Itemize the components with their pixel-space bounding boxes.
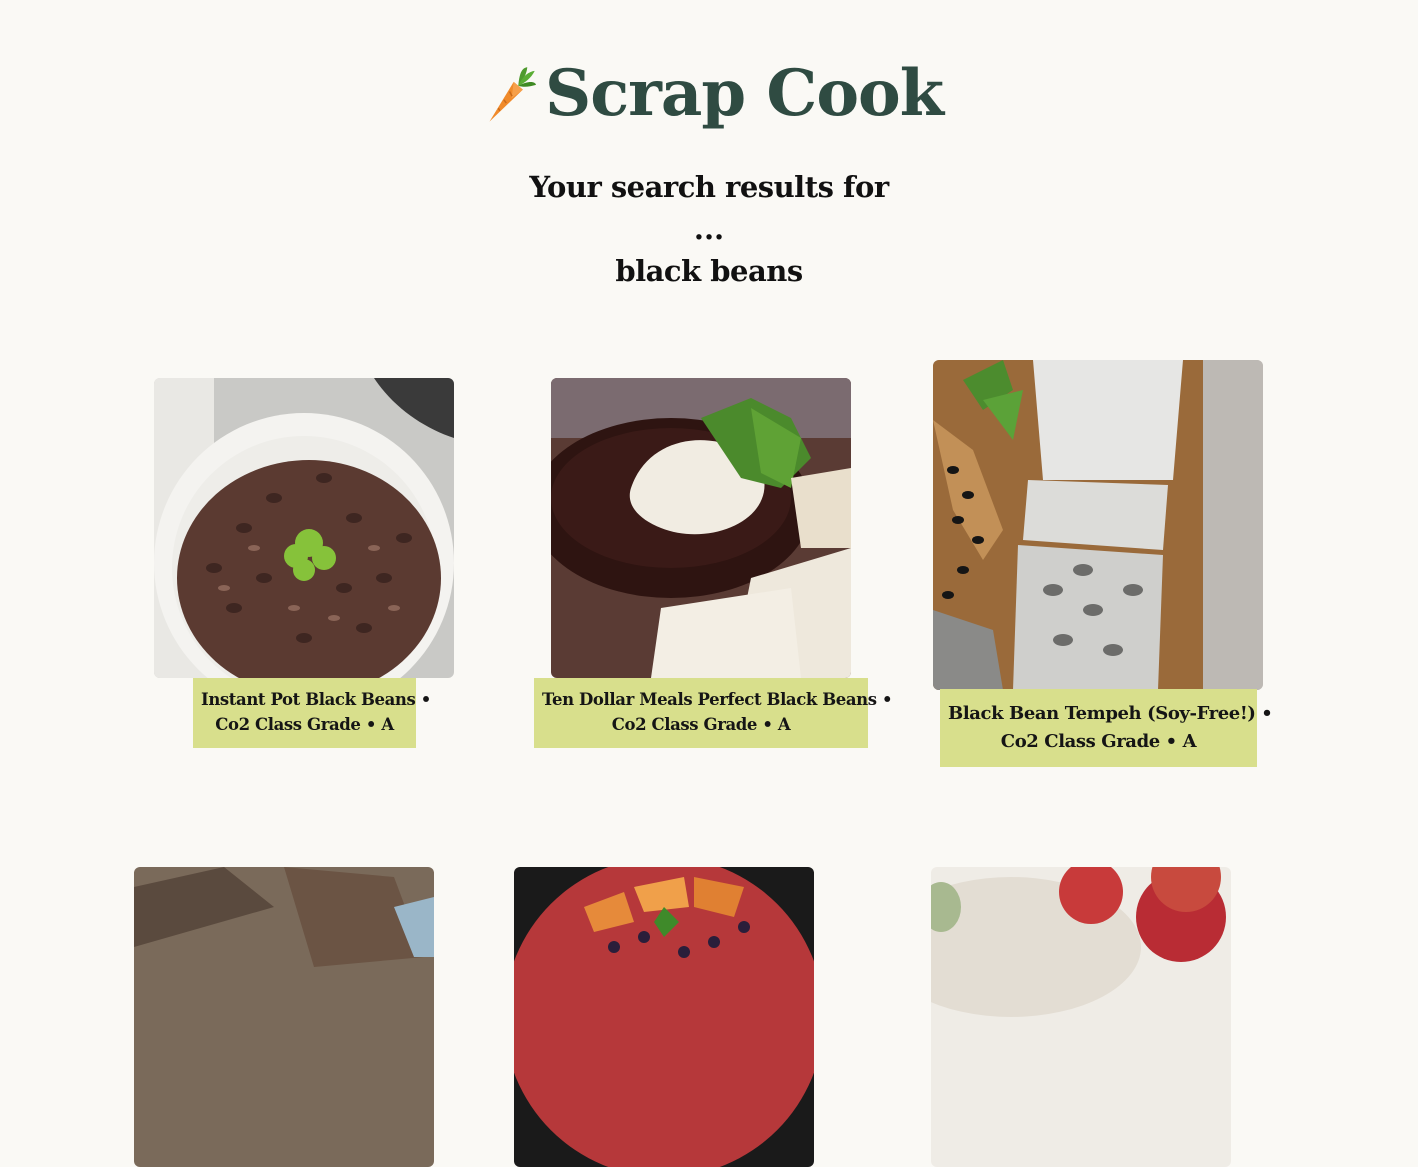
recipe-image[interactable]: [154, 378, 454, 678]
logo-link[interactable]: Scrap Cook: [475, 52, 944, 136]
site-header: Scrap Cook: [0, 52, 1418, 136]
recipe-image[interactable]: [931, 867, 1231, 1167]
search-summary: Your search results for ... black beans: [0, 165, 1418, 293]
recipe-caption[interactable]: Instant Pot Black Beans • Co2 Class Grad…: [193, 678, 431, 748]
search-separator: ...: [693, 212, 725, 246]
recipe-caption[interactable]: Black Bean Tempeh (Soy-Free!) • Co2 Clas…: [940, 689, 1273, 767]
recipe-title: Black Bean Tempeh (Soy-Free!) •: [948, 703, 1273, 724]
recipe-grade: Co2 Class Grade • A: [215, 715, 394, 734]
recipe-title: Ten Dollar Meals Perfect Black Beans •: [542, 690, 893, 709]
brand-name: Scrap Cook: [544, 56, 944, 131]
recipe-title: Instant Pot Black Beans •: [201, 690, 431, 709]
search-heading: Your search results for: [529, 170, 889, 204]
carrot-icon: [475, 58, 541, 130]
recipe-image[interactable]: [933, 360, 1263, 690]
search-query: black beans: [615, 254, 803, 288]
recipe-image[interactable]: [551, 378, 851, 678]
recipe-image[interactable]: [134, 867, 434, 1167]
recipe-image[interactable]: [514, 867, 814, 1167]
recipe-grade: Co2 Class Grade • A: [1000, 731, 1197, 752]
recipe-caption[interactable]: Ten Dollar Meals Perfect Black Beans • C…: [534, 678, 893, 748]
recipe-grade: Co2 Class Grade • A: [611, 715, 791, 734]
